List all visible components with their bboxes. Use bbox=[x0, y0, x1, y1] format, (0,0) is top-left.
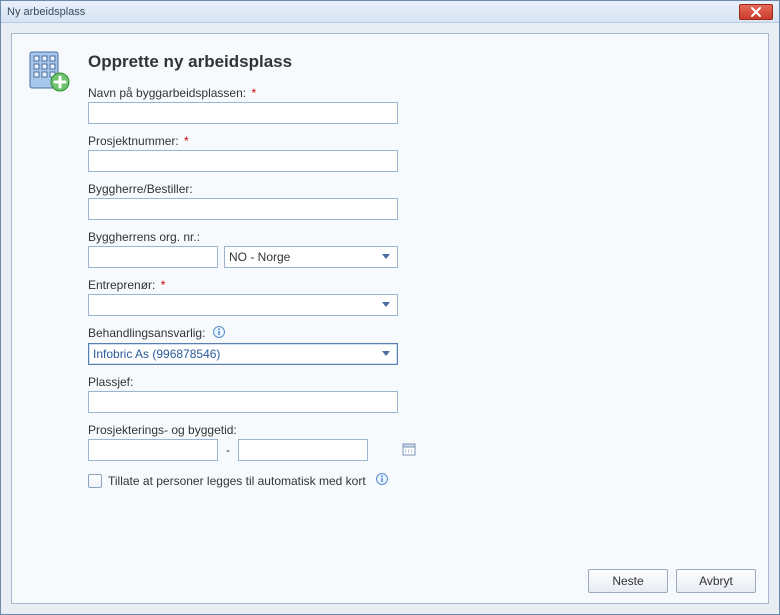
dialog-window: Ny arbeidsplass bbox=[0, 0, 780, 615]
client-country-value: NO - Norge bbox=[229, 250, 290, 264]
chevron-down-icon bbox=[379, 254, 393, 260]
close-icon bbox=[751, 7, 761, 17]
period-from-date[interactable] bbox=[88, 439, 218, 461]
chevron-down-icon bbox=[379, 302, 393, 308]
label-period: Prosjekterings- og byggetid: bbox=[88, 423, 428, 437]
client-orgno-input[interactable] bbox=[88, 246, 218, 268]
cancel-button[interactable]: Avbryt bbox=[676, 569, 756, 593]
label-project-number: Prosjektnummer: * bbox=[88, 134, 428, 148]
data-controller-select[interactable]: Infobric As (996878546) bbox=[88, 343, 398, 365]
page-title: Opprette ny arbeidsplass bbox=[88, 52, 428, 72]
allow-auto-card-label: Tillate at personer legges til automatis… bbox=[108, 474, 366, 488]
dialog-footer: Neste Avbryt bbox=[588, 569, 756, 593]
close-button[interactable] bbox=[739, 4, 773, 20]
required-marker: * bbox=[184, 134, 189, 148]
allow-auto-card-checkbox[interactable] bbox=[88, 474, 102, 488]
label-site-name: Navn på byggarbeidsplassen: * bbox=[88, 86, 428, 100]
period-separator: - bbox=[224, 443, 232, 457]
project-number-input[interactable] bbox=[88, 150, 398, 172]
contractor-select[interactable] bbox=[88, 294, 398, 316]
label-data-controller: Behandlingsansvarlig: bbox=[88, 326, 428, 341]
required-marker: * bbox=[161, 278, 166, 292]
period-to-input[interactable] bbox=[243, 441, 402, 459]
form-panel: Opprette ny arbeidsplass Navn på byggarb… bbox=[11, 33, 769, 604]
label-client: Byggherre/Bestiller: bbox=[88, 182, 428, 196]
client-input[interactable] bbox=[88, 198, 398, 220]
period-to-date[interactable] bbox=[238, 439, 368, 461]
calendar-icon bbox=[402, 442, 416, 459]
data-controller-value: Infobric As (996878546) bbox=[93, 347, 220, 361]
required-marker: * bbox=[251, 86, 256, 100]
site-manager-input[interactable] bbox=[88, 391, 398, 413]
content-area: Opprette ny arbeidsplass Navn på byggarb… bbox=[1, 23, 779, 614]
info-icon[interactable] bbox=[213, 326, 225, 341]
info-icon[interactable] bbox=[376, 473, 388, 488]
label-site-manager: Plassjef: bbox=[88, 375, 428, 389]
window-title: Ny arbeidsplass bbox=[7, 6, 85, 18]
label-client-org: Byggherrens org. nr.: bbox=[88, 230, 428, 244]
titlebar: Ny arbeidsplass bbox=[1, 1, 779, 23]
label-contractor: Entreprenør: * bbox=[88, 278, 428, 292]
client-country-select[interactable]: NO - Norge bbox=[224, 246, 398, 268]
chevron-down-icon bbox=[379, 351, 393, 357]
site-name-input[interactable] bbox=[88, 102, 398, 124]
building-add-icon bbox=[24, 46, 72, 97]
next-button[interactable]: Neste bbox=[588, 569, 668, 593]
